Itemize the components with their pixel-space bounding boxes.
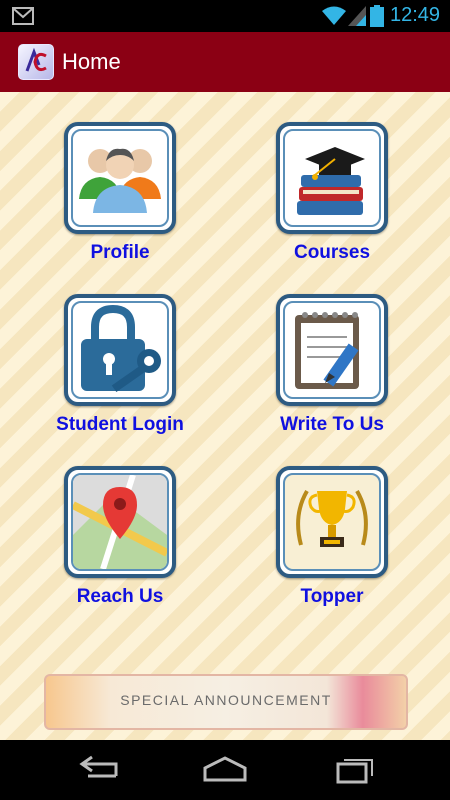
profile-tile-frame[interactable]	[64, 122, 176, 234]
home-button[interactable]	[195, 754, 255, 786]
special-announcement-button[interactable]: SPECIAL ANNOUNCEMENT	[44, 674, 408, 730]
tile-topper[interactable]: Topper	[242, 436, 422, 607]
navigation-bar	[0, 740, 450, 800]
trophy-icon	[296, 489, 368, 547]
clock: 12:49	[390, 4, 441, 26]
tile-courses[interactable]: Courses	[242, 92, 422, 263]
tile-label-profile: Profile	[90, 242, 150, 263]
tile-label-courses: Courses	[293, 242, 371, 263]
gmail-icon	[12, 7, 34, 25]
tile-label-student-login: Student Login	[56, 414, 184, 435]
tile-label-topper: Topper	[300, 586, 364, 607]
action-bar: Home	[0, 32, 450, 92]
tile-reach-us[interactable]: Reach Us	[30, 436, 210, 607]
notepad-pencil-icon	[295, 312, 359, 389]
signal-icon	[348, 6, 366, 26]
tile-profile[interactable]: Profile	[30, 92, 210, 263]
tile-label-reach-us: Reach Us	[76, 586, 164, 607]
wifi-icon	[322, 6, 346, 25]
reach-us-tile-frame[interactable]	[64, 466, 176, 578]
home-grid: Profile Courses Student Login Write To U…	[0, 92, 450, 740]
graduation-books-icon	[297, 147, 365, 215]
recent-apps-button[interactable]	[322, 754, 382, 786]
student-login-tile-frame[interactable]	[64, 294, 176, 406]
special-announcement-label: SPECIAL ANNOUNCEMENT	[120, 692, 332, 708]
map-pin-icon	[73, 475, 167, 569]
tile-label-write-to-us: Write To Us	[280, 414, 384, 435]
back-icon	[79, 755, 118, 778]
app-logo[interactable]	[18, 44, 54, 80]
write-to-us-tile-frame[interactable]	[276, 294, 388, 406]
users-icon	[79, 148, 161, 213]
back-button[interactable]	[70, 754, 130, 786]
tile-write-to-us[interactable]: Write To Us	[242, 264, 422, 435]
status-bar: 12:49	[0, 0, 450, 32]
tile-student-login[interactable]: Student Login	[30, 264, 210, 435]
page-title: Home	[62, 49, 121, 74]
recent-apps-icon	[336, 759, 373, 784]
courses-tile-frame[interactable]	[276, 122, 388, 234]
topper-tile-frame[interactable]	[276, 466, 388, 578]
lock-key-icon	[81, 304, 161, 393]
home-icon	[203, 756, 247, 782]
battery-icon	[370, 5, 384, 27]
